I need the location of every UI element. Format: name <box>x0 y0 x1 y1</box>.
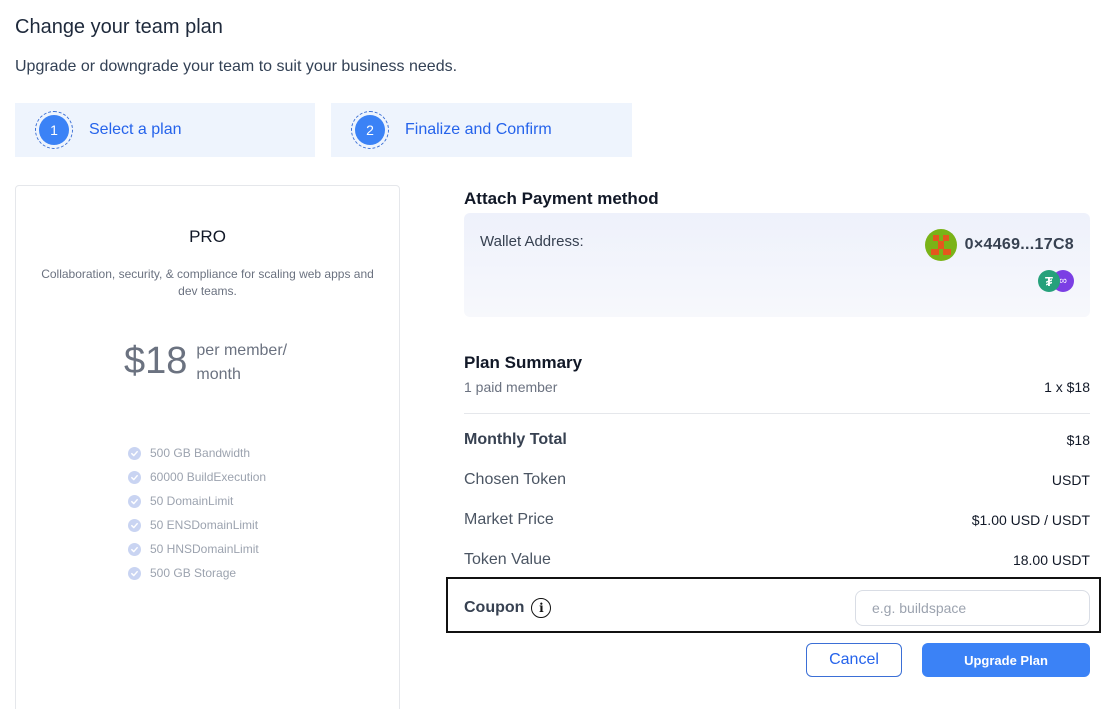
feature-label: 50 ENSDomainLimit <box>150 518 259 532</box>
row-label: Market Price <box>464 511 554 528</box>
wallet-address-text: 0×4469...17C8 <box>964 236 1074 253</box>
page-title: Change your team plan <box>15 16 223 38</box>
plan-description: Collaboration, security, & compliance fo… <box>41 267 374 298</box>
feature-label: 50 DomainLimit <box>150 494 234 508</box>
wallet-avatar-icon <box>924 229 957 261</box>
cancel-button[interactable]: Cancel <box>806 643 902 677</box>
row-label: Monthly Total <box>464 431 567 448</box>
check-icon <box>128 518 141 532</box>
check-icon <box>128 542 141 556</box>
check-icon <box>128 470 141 484</box>
market-price-row: Market Price $1.00 USD / USDT <box>464 511 1090 529</box>
feature-label: 60000 BuildExecution <box>150 470 267 484</box>
token-value-row: Token Value 18.00 USDT <box>464 551 1090 569</box>
feature-item: 50 DomainLimit <box>128 489 266 513</box>
feature-item: 60000 BuildExecution <box>128 465 266 489</box>
row-label: Chosen Token <box>464 471 566 488</box>
row-value: $1.00 USD / USDT <box>971 512 1090 528</box>
row-value: USDT <box>1051 472 1090 488</box>
feature-label: 50 HNSDomainLimit <box>150 542 259 556</box>
coupon-label-group: Coupon i <box>464 598 552 618</box>
divider <box>464 413 1090 414</box>
token-icons: ₮ ∞ <box>1038 270 1074 292</box>
coupon-section: Coupon i <box>446 577 1101 633</box>
price-amount: $18 <box>124 340 188 382</box>
plan-card: PRO Collaboration, security, & complianc… <box>15 185 400 709</box>
step-number-badge: 1 <box>39 115 69 145</box>
monthly-total-row: Monthly Total $18 <box>464 431 1090 449</box>
step-number-badge: 2 <box>355 115 385 145</box>
wallet-card: Wallet Address: 0×4469...17C8 ₮ ∞ <box>464 213 1090 317</box>
feature-item: 50 ENSDomainLimit <box>128 513 266 537</box>
row-value: $18 <box>1066 432 1090 448</box>
check-icon <box>128 566 141 580</box>
info-icon[interactable]: i <box>531 598 552 618</box>
check-icon <box>128 446 141 460</box>
price-unit: per member/ month <box>196 342 288 383</box>
page-subtitle: Upgrade or downgrade your team to suit y… <box>15 58 458 75</box>
wallet-address[interactable]: 0×4469...17C8 <box>924 229 1074 261</box>
upgrade-plan-button[interactable]: Upgrade Plan <box>922 643 1090 677</box>
payment-section-title: Attach Payment method <box>464 189 659 208</box>
chosen-token-row: Chosen Token USDT <box>464 471 1090 489</box>
step-label: Select a plan <box>89 121 182 138</box>
row-value: 18.00 USDT <box>1012 552 1090 568</box>
plan-name: PRO <box>189 227 226 246</box>
feature-item: 500 GB Storage <box>128 561 266 585</box>
step-number-ring: 1 <box>35 111 73 149</box>
feature-item: 50 HNSDomainLimit <box>128 537 266 561</box>
feature-list: 500 GB Bandwidth 60000 BuildExecution 50… <box>128 441 266 585</box>
paid-members: 1 paid member <box>464 379 558 395</box>
feature-label: 500 GB Bandwidth <box>150 446 251 460</box>
coupon-label: Coupon <box>464 599 525 616</box>
tether-icon: ₮ <box>1038 270 1060 292</box>
check-icon <box>128 494 141 508</box>
step-finalize-confirm[interactable]: 2 Finalize and Confirm <box>331 103 632 157</box>
feature-label: 500 GB Storage <box>150 566 237 580</box>
step-select-plan[interactable]: 1 Select a plan <box>15 103 315 157</box>
row-label: Token Value <box>464 551 551 568</box>
step-number-ring: 2 <box>351 111 389 149</box>
feature-item: 500 GB Bandwidth <box>128 441 266 465</box>
summary-title: Plan Summary <box>464 353 583 372</box>
members-quantity: 1 x $18 <box>1044 379 1090 395</box>
step-label: Finalize and Confirm <box>405 121 552 138</box>
wallet-label: Wallet Address: <box>480 233 584 250</box>
coupon-input[interactable] <box>855 590 1090 626</box>
plan-price: $18 per member/ month <box>124 338 306 387</box>
